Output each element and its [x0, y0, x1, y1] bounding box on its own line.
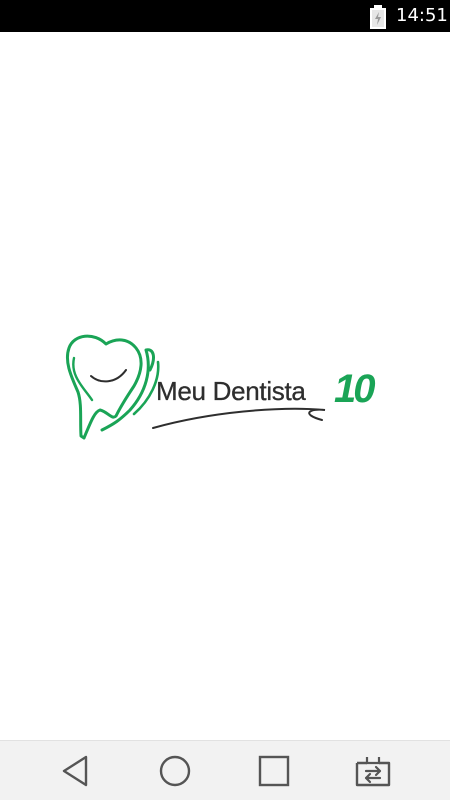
splash-screen: Meu Dentista 10 — [0, 32, 450, 740]
switch-apps-icon[interactable] — [353, 751, 393, 791]
navigation-bar — [0, 740, 450, 800]
status-bar: 14:51 — [0, 0, 450, 32]
logo-text: Meu Dentista — [156, 376, 306, 406]
home-circle-icon[interactable] — [155, 751, 195, 791]
battery-charging-icon — [370, 5, 386, 29]
app-logo: Meu Dentista 10 — [60, 328, 390, 444]
back-triangle-icon[interactable] — [56, 751, 96, 791]
recents-square-icon[interactable] — [254, 751, 294, 791]
logo-number: 10 — [334, 367, 375, 411]
status-clock: 14:51 — [396, 5, 448, 26]
